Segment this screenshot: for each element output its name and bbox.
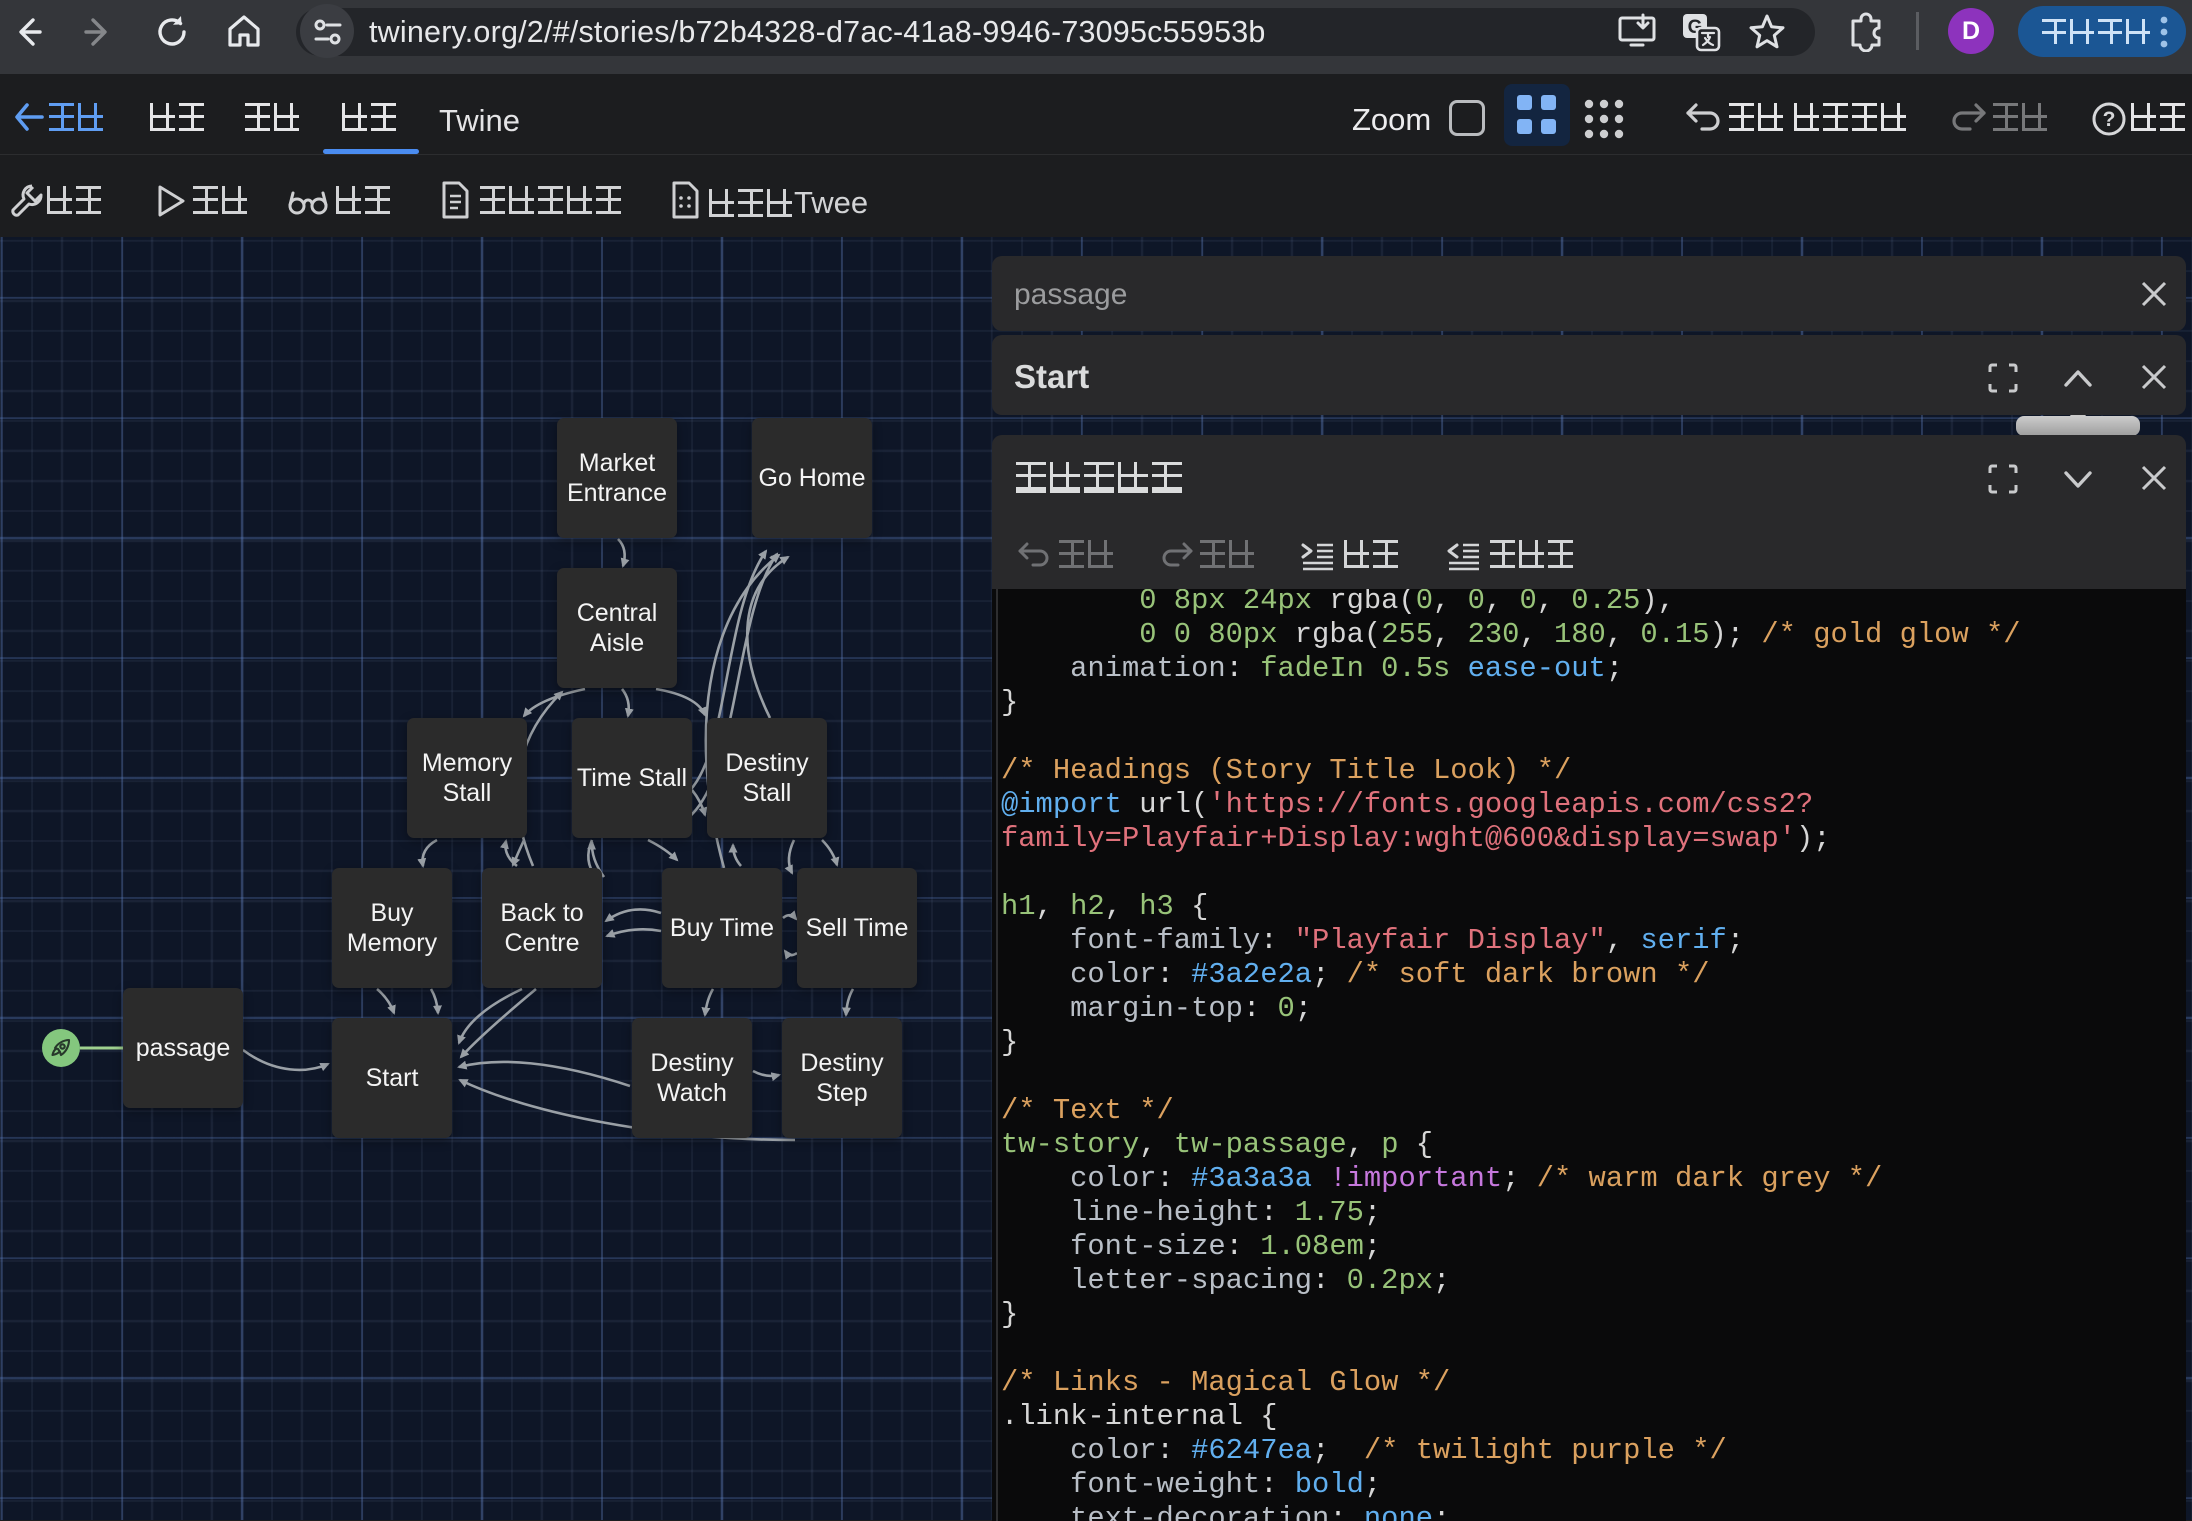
svg-text:?: ? [2103,108,2116,131]
